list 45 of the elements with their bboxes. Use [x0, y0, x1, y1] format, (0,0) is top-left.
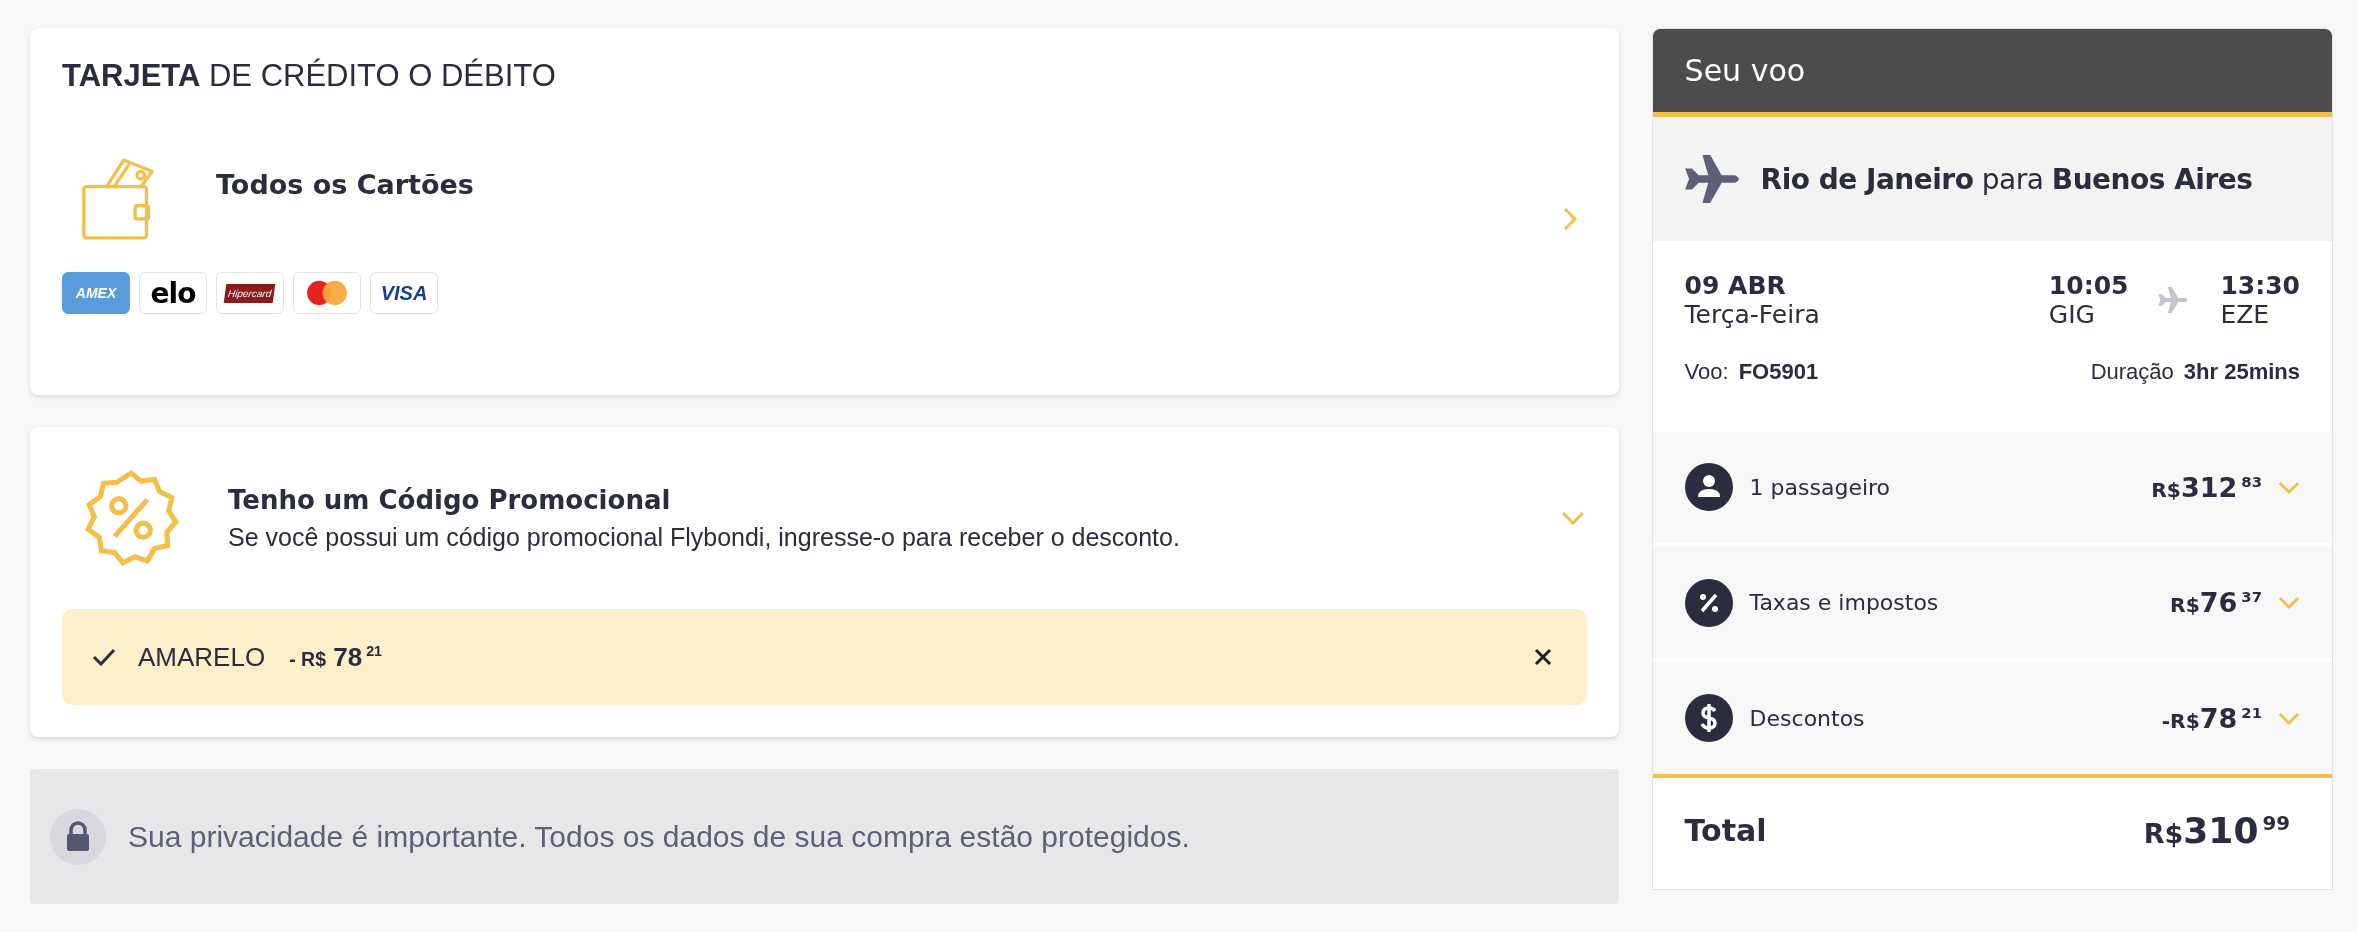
privacy-text: Sua privacidade é importante. Todos os dados de sua compra estão protegidos.: [128, 819, 1190, 854]
close-icon: [1532, 647, 1553, 668]
price-amount: R$312$^{83}$: [2151, 471, 2262, 503]
duration-value: 3hr 25mins: [2183, 358, 2300, 385]
arrival-time: 13:30: [2220, 270, 2300, 300]
chevron-right-icon: [1562, 207, 1577, 231]
flight-date: 09 ABR: [1684, 270, 1787, 300]
total-label: Total: [1684, 812, 1767, 848]
lock-icon: [50, 808, 106, 865]
hipercard-logo: Hipercard: [216, 272, 284, 314]
flight-label: Voo:: [1684, 358, 1729, 385]
price-row[interactable]: 1 passageiro R$312$^{83}$: [1652, 431, 2332, 544]
dollar-icon: [1684, 694, 1733, 742]
mastercard-logo: [293, 272, 361, 314]
chevron-down-icon: [2278, 596, 2300, 610]
check-icon: [92, 648, 116, 667]
price-row[interactable]: Descontos -R$78$^{21}$: [1652, 662, 2332, 774]
section-title: TARJETA DE CRÉDITO O DÉBITO: [62, 58, 557, 94]
duration-label: Duração: [2090, 358, 2174, 385]
promo-title: Tenho um Código Promocional: [228, 484, 672, 515]
promo-toggle[interactable]: Tenho um Código Promocional Se você possui um código promocional Flybondi, ingresse-o para receber o desconto.: [62, 467, 1587, 570]
payment-option[interactable]: Todos os Cartões: [62, 156, 1587, 242]
price-amount: R$76$^{37}$: [2170, 587, 2262, 619]
arrival-airport: EZE: [2220, 299, 2271, 329]
amex-logo: AMEX: [62, 272, 130, 314]
price-amount: -R$78$^{21}$: [2161, 702, 2262, 734]
total-amount: R$310$^{99}$: [2143, 809, 2290, 851]
route-text: Rio de Janeiro para Buenos Aires: [1760, 162, 2253, 196]
departure-airport: GIG: [2048, 299, 2096, 329]
discount-amount: - R$ 78$^{21}$: [289, 641, 384, 673]
chevron-down-icon: [1560, 511, 1585, 526]
departure-time: 10:05: [2048, 270, 2129, 300]
flight-weekday: Terça-Feira: [1684, 299, 1820, 329]
wallet-icon: [80, 156, 156, 242]
percent-icon: [1684, 578, 1733, 627]
chevron-down-icon: [2278, 711, 2300, 725]
visa-logo: VISA: [370, 272, 438, 314]
promo-description: Se você possui um código promocional Flybondi, ingresse-o para receber o desconto.: [228, 522, 1181, 552]
person-icon: [1684, 463, 1733, 512]
promo-code: AMARELO: [138, 641, 266, 673]
price-row[interactable]: Taxas e impostos R$76$^{37}$: [1652, 547, 2332, 659]
elo-logo: elo: [139, 272, 207, 314]
chevron-down-icon: [2278, 480, 2300, 494]
flight-number: FO5901: [1738, 358, 1819, 385]
summary-title: Seu voo: [1684, 53, 1806, 89]
